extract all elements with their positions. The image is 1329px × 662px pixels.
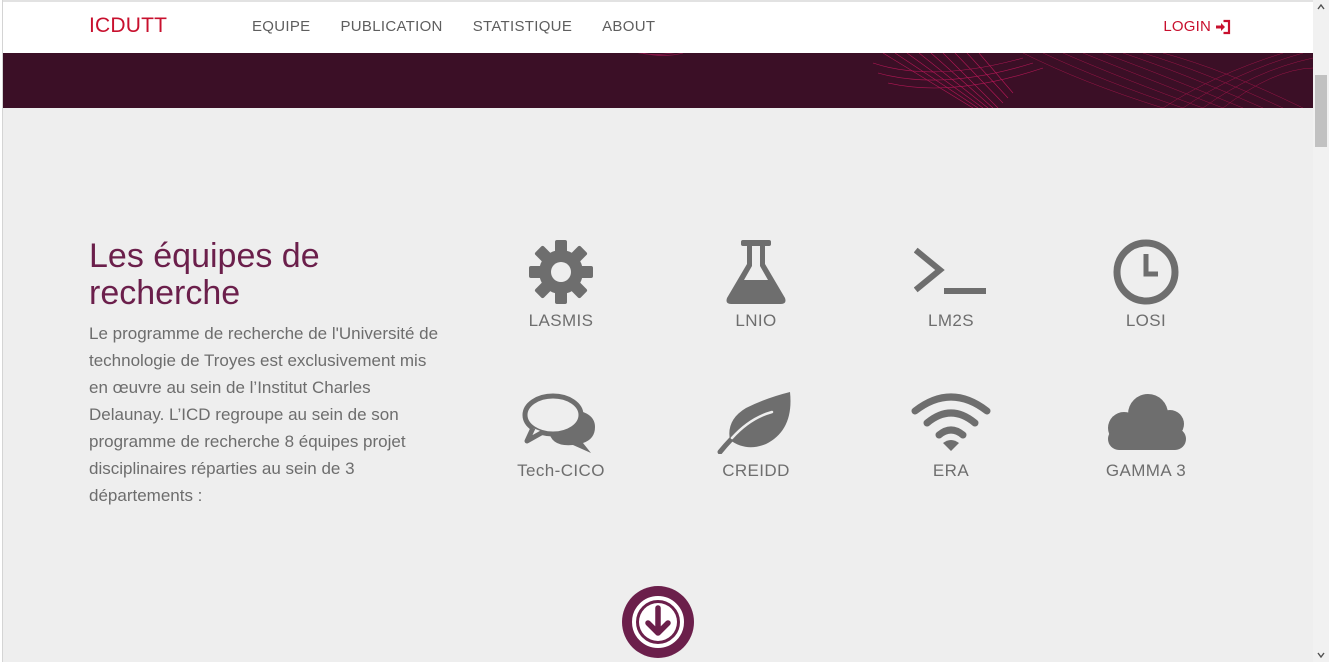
team-label: ERA <box>932 461 970 480</box>
team-losi[interactable]: LOSI <box>1071 237 1221 331</box>
terminal-icon <box>914 247 986 294</box>
nav-link-about[interactable]: ABOUT <box>602 18 655 35</box>
team-label: Tech-CICO <box>517 461 605 480</box>
navbar: ICDUTT EQUIPE PUBLICATION STATISTIQUE AB… <box>3 2 1313 53</box>
brand-logo[interactable]: ICDUTT <box>89 14 167 38</box>
clock-icon <box>1113 239 1179 305</box>
vertical-scrollbar[interactable] <box>1313 0 1329 662</box>
caret-down-icon <box>1317 652 1325 658</box>
gear-icon <box>529 240 593 304</box>
hero-pattern <box>637 53 1313 108</box>
nav-link-equipe[interactable]: EQUIPE <box>252 18 310 35</box>
wifi-icon <box>911 393 991 451</box>
nav-link-publication[interactable]: PUBLICATION <box>340 18 442 35</box>
team-era[interactable]: ERA <box>876 387 1026 481</box>
team-label: LNIO <box>735 311 777 330</box>
team-label: CREIDD <box>722 461 790 480</box>
nav-link-statistique[interactable]: STATISTIQUE <box>473 18 572 35</box>
hero-banner <box>3 53 1313 108</box>
team-label: GAMMA 3 <box>1105 461 1187 480</box>
team-label: LM2S <box>927 311 974 330</box>
sign-in-icon <box>1216 19 1231 34</box>
chat-icon <box>522 393 595 453</box>
leaf-icon <box>717 392 791 454</box>
team-gamma-3[interactable]: GAMMA 3 <box>1071 387 1221 481</box>
team-lasmis[interactable]: LASMIS <box>486 237 636 331</box>
login-label: LOGIN <box>1163 18 1211 35</box>
scroll-down-button[interactable] <box>622 586 694 658</box>
team-label: LASMIS <box>528 311 594 330</box>
scrollbar-thumb[interactable] <box>1315 75 1327 147</box>
arrow-circle-down-icon <box>632 596 684 648</box>
team-label: LOSI <box>1125 311 1167 330</box>
caret-up-icon <box>1317 4 1325 10</box>
section-title: Les équipes de recherche <box>89 237 320 312</box>
scroll-up-arrow[interactable] <box>1313 0 1329 14</box>
team-lnio[interactable]: LNIO <box>681 237 831 331</box>
team-lm2s[interactable]: LM2S <box>876 237 1026 331</box>
team-creidd[interactable]: CREIDD <box>681 387 831 481</box>
flask-icon <box>726 240 786 304</box>
team-tech-cico[interactable]: Tech-CICO <box>486 387 636 481</box>
section-description: Le programme de recherche de l'Universit… <box>89 324 439 505</box>
nav-links: EQUIPE PUBLICATION STATISTIQUE ABOUT <box>252 18 685 35</box>
login-button[interactable]: LOGIN <box>1163 18 1231 35</box>
cloud-icon <box>1108 394 1186 450</box>
scroll-down-arrow[interactable] <box>1313 648 1329 662</box>
